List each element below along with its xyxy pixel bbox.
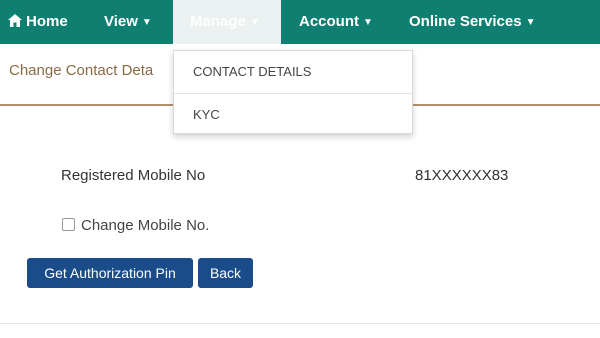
menu-item-contact-details[interactable]: CONTACT DETAILS	[174, 51, 412, 92]
page-title: Change Contact Deta	[9, 62, 154, 79]
divider	[0, 323, 600, 324]
menu-item-kyc[interactable]: KYC	[174, 94, 412, 135]
get-authorization-pin-button[interactable]: Get Authorization Pin	[27, 258, 193, 288]
chevron-down-icon: ▼	[363, 17, 373, 28]
change-mobile-checkbox-label[interactable]: Change Mobile No.	[81, 217, 209, 234]
nav-account-label: Account	[299, 13, 359, 30]
nav-account[interactable]: Account ▼	[299, 0, 373, 44]
registered-mobile-label: Registered Mobile No	[61, 167, 206, 184]
nav-home-label: Home	[26, 13, 68, 30]
registered-mobile-value: 81XXXXXX83	[415, 167, 509, 184]
nav-view-label: View	[104, 13, 138, 30]
nav-manage[interactable]: Manage ▼	[173, 0, 281, 44]
top-navbar: Home View ▼ Manage ▼ Account ▼ Online Servi…	[0, 0, 600, 44]
home-icon	[8, 14, 22, 27]
chevron-down-icon: ▼	[141, 17, 152, 28]
nav-online-services[interactable]: Online Services ▼	[409, 0, 535, 44]
back-button[interactable]: Back	[198, 258, 253, 288]
change-mobile-checkbox[interactable]	[62, 218, 75, 231]
chevron-down-icon: ▼	[525, 17, 536, 28]
chevron-down-icon: ▼	[249, 17, 260, 28]
manage-dropdown-menu: CONTACT DETAILS KYC	[173, 50, 413, 134]
nav-manage-label: Manage	[190, 13, 246, 30]
nav-online-services-label: Online Services	[409, 13, 522, 30]
nav-home[interactable]: Home	[8, 0, 68, 44]
nav-view[interactable]: View ▼	[104, 0, 152, 44]
